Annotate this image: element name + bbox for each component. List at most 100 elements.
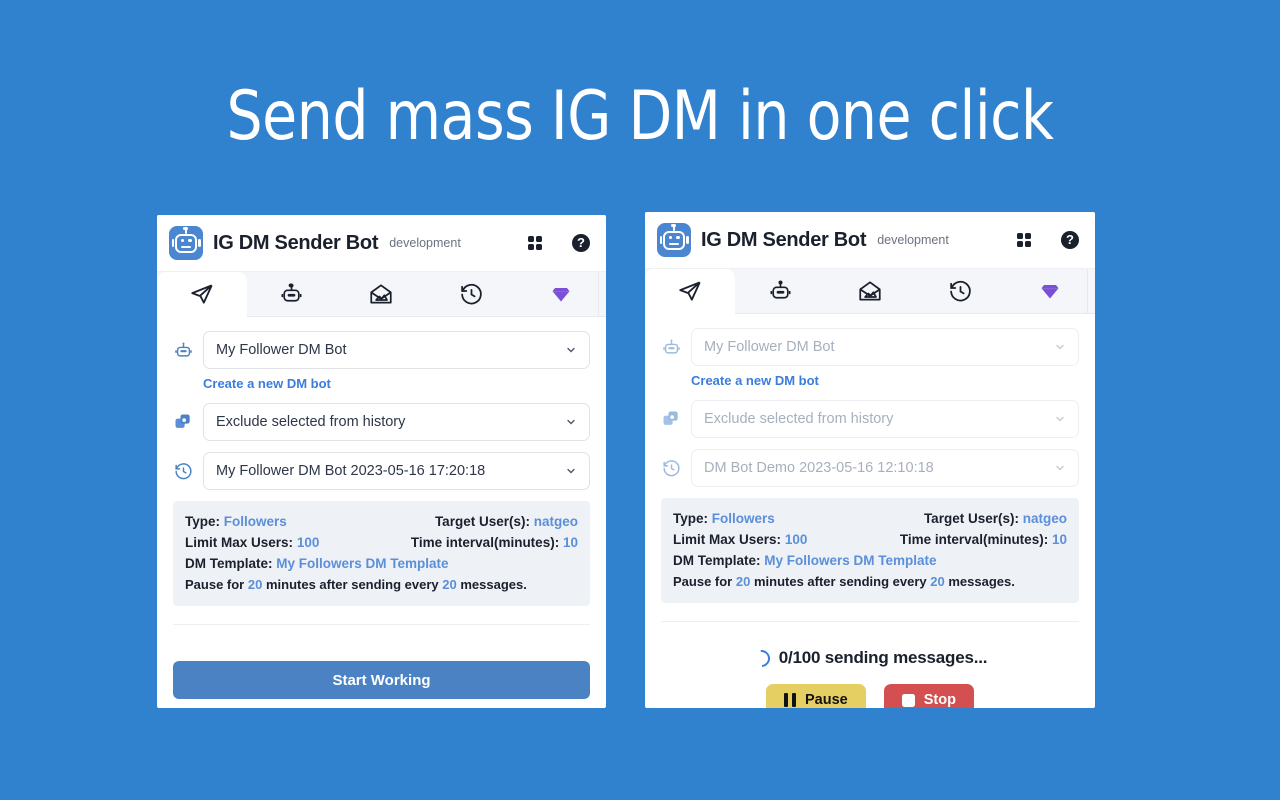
grid-apps-icon[interactable] (1015, 231, 1061, 249)
exclude-select-value: Exclude selected from history (704, 411, 894, 427)
tab-history[interactable] (426, 272, 516, 316)
bot-select-value: My Follower DM Bot (216, 342, 347, 358)
exclude-select-value: Exclude selected from history (216, 414, 406, 430)
stop-square-icon (901, 693, 915, 707)
paper-plane-icon (679, 281, 701, 301)
app-header-right: IG DM Sender Bot development ? (645, 212, 1095, 269)
clock-rotate-icon (173, 461, 203, 482)
info-type-label: Type: (185, 514, 221, 529)
panel-body-left: My Follower DM Bot Create a new DM bot E… (157, 317, 606, 699)
info-template-value: My Followers DM Template (276, 556, 449, 571)
robot-logo-icon (657, 223, 691, 257)
info-line-template: DM Template: My Followers DM Template (185, 553, 578, 574)
tab-templates[interactable] (337, 272, 427, 316)
open-envelope-image-icon (859, 281, 881, 301)
help-question-icon[interactable]: ? (572, 234, 590, 252)
exclude-select-row: Exclude selected from history (661, 400, 1079, 438)
loading-spinner-icon (749, 646, 774, 670)
bot-select[interactable]: My Follower DM Bot (691, 328, 1079, 366)
info-line-pause: Pause for 20 minutes after sending every… (185, 574, 578, 595)
copy-duplicate-glyph (663, 411, 678, 425)
pause-icon (784, 693, 797, 707)
create-bot-link-row: Create a new DM bot (203, 375, 590, 393)
tab-templates[interactable] (825, 269, 915, 313)
app-header-left: IG DM Sender Bot development ? (157, 215, 606, 272)
info-interval-label: Time interval(minutes): (410, 535, 560, 550)
pause-button-label: Pause (805, 692, 848, 708)
bot-select-row: My Follower DM Bot (661, 328, 1079, 366)
panel-body-right: My Follower DM Bot Create a new DM bot E… (645, 314, 1095, 708)
history-select[interactable]: DM Bot Demo 2023-05-16 12:10:18 (691, 449, 1079, 487)
info-pause-minutes: 20 (735, 574, 751, 589)
page-root: Send mass IG DM in one click IG DM Sende… (0, 0, 1280, 800)
robot-head-icon (173, 340, 203, 361)
history-clock-icon (461, 283, 482, 304)
chevron-down-icon (1054, 341, 1066, 353)
app-window-running: IG DM Sender Bot development ? My Follow… (645, 212, 1095, 708)
info-limit-value: 100 (784, 532, 808, 547)
tab-send[interactable] (157, 272, 247, 317)
tab-history[interactable] (915, 269, 1005, 313)
section-divider (661, 621, 1079, 622)
info-pause-count: 20 (930, 574, 945, 589)
tab-premium[interactable] (1005, 269, 1095, 313)
tab-premium[interactable] (516, 272, 606, 316)
sending-status-row: 0/100 sending messages... (661, 646, 1079, 670)
info-pause-suffix: messages. (948, 574, 1015, 589)
history-select-value: DM Bot Demo 2023-05-16 12:10:18 (704, 460, 934, 476)
history-clock-icon (949, 280, 971, 301)
open-envelope-image-icon (370, 284, 393, 304)
info-target-value: natgeo (1022, 511, 1067, 526)
help-glyph: ? (572, 234, 590, 252)
info-template-value: My Followers DM Template (764, 553, 937, 568)
section-divider (173, 624, 590, 625)
robot-icon (281, 282, 302, 302)
diamond-gem-icon (1041, 285, 1059, 299)
app-title: IG DM Sender Bot (701, 228, 867, 251)
chevron-down-icon (1054, 413, 1066, 425)
help-question-icon[interactable]: ? (1061, 231, 1079, 249)
page-headline: Send mass IG DM in one click (226, 77, 1054, 156)
tab-bar-right (645, 269, 1095, 314)
tab-bar-overflow-edge (598, 272, 606, 316)
history-select-value: My Follower DM Bot 2023-05-16 17:20:18 (216, 463, 486, 479)
copy-duplicate-icon (173, 412, 203, 432)
tab-bots[interactable] (735, 269, 825, 313)
info-pause-prefix: Pause for (673, 574, 733, 589)
stop-button[interactable]: Stop (883, 684, 974, 708)
info-interval-label: Time interval(minutes): (899, 532, 1049, 547)
bot-select[interactable]: My Follower DM Bot (203, 331, 590, 369)
clock-rotate-icon (661, 458, 691, 479)
info-pause-middle: minutes after sending every (753, 574, 927, 589)
start-working-button[interactable]: Start Working (173, 661, 590, 699)
history-select-row: DM Bot Demo 2023-05-16 12:10:18 (661, 449, 1079, 487)
chevron-down-icon (565, 344, 577, 356)
info-line-type: Type: Followers Target User(s): natgeo (185, 511, 578, 532)
campaign-info-box-left: Type: Followers Target User(s): natgeo L… (173, 501, 590, 606)
info-interval-value: 10 (1051, 532, 1067, 547)
exclude-select[interactable]: Exclude selected from history (691, 400, 1079, 438)
info-line-pause: Pause for 20 minutes after sending every… (673, 571, 1067, 592)
info-template-label: DM Template: (185, 556, 273, 571)
create-new-dm-bot-link[interactable]: Create a new DM bot (203, 376, 331, 391)
history-select[interactable]: My Follower DM Bot 2023-05-16 17:20:18 (203, 452, 590, 490)
exclude-select[interactable]: Exclude selected from history (203, 403, 590, 441)
diamond-gem-icon (552, 288, 570, 302)
paper-plane-icon (191, 284, 213, 304)
run-controls: Pause Stop (661, 684, 1079, 708)
copy-duplicate-icon (661, 409, 691, 429)
pause-button[interactable]: Pause (766, 684, 866, 708)
robot-head-icon (661, 337, 691, 358)
info-line-template: DM Template: My Followers DM Template (673, 550, 1067, 571)
robot-icon (770, 279, 790, 299)
bot-select-row: My Follower DM Bot (173, 331, 590, 369)
tab-bar-left (157, 272, 606, 317)
grid-apps-icon[interactable] (526, 234, 572, 252)
tab-bots[interactable] (247, 272, 337, 316)
create-bot-link-row: Create a new DM bot (691, 372, 1079, 390)
info-line-limit: Limit Max Users: 100 Time interval(minut… (673, 529, 1067, 550)
tab-send[interactable] (645, 269, 735, 314)
create-new-dm-bot-link[interactable]: Create a new DM bot (691, 373, 819, 388)
help-glyph: ? (1061, 231, 1079, 249)
info-pause-minutes: 20 (247, 577, 263, 592)
